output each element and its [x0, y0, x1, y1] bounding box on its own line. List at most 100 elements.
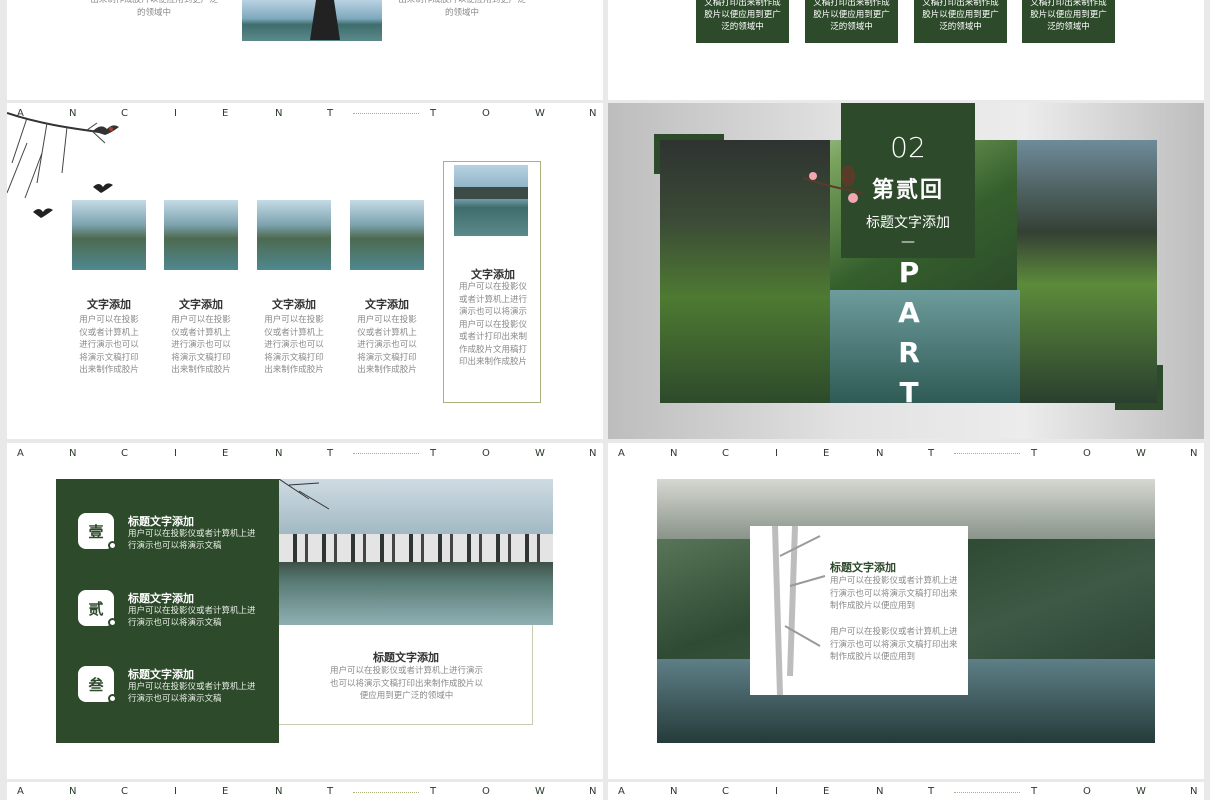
slide3-item[interactable]: 文字添加用户可以在投影仪或者计算机上进行演示也可以将演示文稿打印出来制作成胶片 [72, 200, 146, 377]
slide3-item-body: 用户可以在投影仪或者计算机上进行演示也可以将演示文稿打印出来制作成胶片 [79, 315, 139, 375]
slide5-item-body: 用户可以在投影仪或者计算机上进行演示也可以将演示文稿 [128, 606, 256, 628]
bamboo-icon [772, 526, 826, 695]
bird-on-branch-icon [803, 165, 864, 203]
header-letter: N [1190, 785, 1198, 797]
header-letter: E [222, 447, 229, 459]
header-letter: T [327, 107, 334, 119]
header-letter: E [823, 447, 830, 459]
slide5-header: ANCIENTTOWN [7, 443, 603, 463]
slide-3[interactable]: ANCIENTTOWN 文字添加 用户可以在投影仪或者计算机上进行演示也可以将演示… [7, 103, 603, 439]
header-letter: T [327, 447, 334, 459]
slide-8[interactable]: ANCIENTTOWN [608, 782, 1204, 800]
header-letter: A [17, 447, 24, 459]
header-letter: I [174, 107, 177, 119]
header-letter: O [1083, 447, 1091, 459]
slide3-item[interactable]: 文字添加用户可以在投影仪或者计算机上进行演示也可以将演示文稿打印出来制作成胶片 [257, 200, 331, 377]
header-letter: W [535, 785, 545, 797]
slide2-text-box: 文稿打印出来制作成胶片以便应用到更广泛的领域中 [914, 0, 1007, 43]
header-letter: A [618, 447, 625, 459]
header-letter: N [670, 447, 678, 459]
slide3-item-image [257, 200, 331, 270]
slide6-card-title: 标题文字添加 [830, 561, 896, 574]
slide5-item-body: 用户可以在投影仪或者计算机上进行演示也可以将演示文稿 [128, 682, 256, 704]
header-letter: T [1031, 447, 1038, 459]
slide6-card-p1: 用户可以在投影仪或者计算机上进行演示也可以将演示文稿打印出来制作成胶片以便应用到 [830, 576, 958, 611]
header-dotted-line [353, 792, 419, 793]
header-letter: C [722, 447, 729, 459]
header-letter: W [1136, 447, 1146, 459]
bird-icon [93, 125, 119, 135]
header-letter: O [482, 107, 490, 119]
header-letter: T [430, 107, 437, 119]
header-letter: T [430, 785, 437, 797]
header-letter: N [275, 107, 283, 119]
header-letter: O [482, 447, 490, 459]
slide3-card-image [454, 165, 528, 236]
header-letter: T [928, 785, 935, 797]
slide2-text-box: 文稿打印出来制作成胶片以便应用到更广泛的领域中 [805, 0, 898, 43]
slide3-card[interactable]: 文字添加 用户可以在投影仪或者计算机上进行演示也可以将演示用户可以在投影仪或者计… [443, 161, 541, 403]
header-letter: W [535, 447, 545, 459]
header-dotted-line [353, 113, 419, 114]
slide-1[interactable]: 出来制作成胶片以便应用到更广泛的领域中 出来制作成胶片以便应用到更广泛的领域中 [7, 0, 603, 100]
branch-icon [279, 479, 330, 510]
slide6-header: ANCIENTTOWN [608, 443, 1204, 463]
header-letter: N [275, 447, 283, 459]
slide3-item-body: 用户可以在投影仪或者计算机上进行演示也可以将演示文稿打印出来制作成胶片 [357, 315, 417, 375]
header-letter: N [69, 785, 77, 797]
slide3-item[interactable]: 文字添加用户可以在投影仪或者计算机上进行演示也可以将演示文稿打印出来制作成胶片 [164, 200, 238, 377]
slide1-text-right: 出来制作成胶片以便应用到更广泛的领域中 [398, 0, 526, 18]
header-letter: C [121, 447, 128, 459]
header-letter: E [222, 785, 229, 797]
header-letter: N [589, 107, 597, 119]
slide5-list-item[interactable]: 叁标题文字添加 用户可以在投影仪或者计算机上进行演示也可以将演示文稿 [78, 666, 278, 706]
header-dotted-line [353, 453, 419, 454]
header-letter: T [1031, 785, 1038, 797]
slide6-card-p2: 用户可以在投影仪或者计算机上进行演示也可以将演示文稿打印出来制作成胶片以便应用到 [830, 627, 958, 662]
slide3-item-title: 文字添加 [272, 298, 316, 311]
slide3-item-title: 文字添加 [87, 298, 131, 311]
header-dotted-line [954, 453, 1020, 454]
header-letter: C [121, 107, 128, 119]
plum-branch-icon [7, 112, 108, 199]
header-letter: N [589, 785, 597, 797]
header-letter: A [17, 785, 24, 797]
slide1-text-left: 出来制作成胶片以便应用到更广泛的领域中 [90, 0, 218, 18]
slide-4[interactable]: 02 第贰回 标题文字添加 — PART [608, 103, 1204, 439]
slide8-header: ANCIENTTOWN [608, 782, 1204, 800]
slide3-item-title: 文字添加 [179, 298, 223, 311]
slide3-item-body: 用户可以在投影仪或者计算机上进行演示也可以将演示文稿打印出来制作成胶片 [171, 315, 231, 375]
header-letter: N [876, 447, 884, 459]
slide3-card-title: 文字添加 [471, 268, 515, 281]
slide3-item[interactable]: 文字添加用户可以在投影仪或者计算机上进行演示也可以将演示文稿打印出来制作成胶片 [350, 200, 424, 377]
slide3-item-title: 文字添加 [365, 298, 409, 311]
slide-7[interactable]: ANCIENTTOWN [7, 782, 603, 800]
slide5-list-item[interactable]: 贰标题文字添加 用户可以在投影仪或者计算机上进行演示也可以将演示文稿 [78, 590, 278, 630]
header-letter: N [589, 447, 597, 459]
slide-5[interactable]: A N C I E N T T O W N 壹标题文字添加 用户可以在投影仪或者计算机上进行演示也可以… [7, 443, 603, 779]
header-letter: W [535, 107, 545, 119]
header-letter: O [1083, 785, 1091, 797]
slide3-item-body: 用户可以在投影仪或者计算机上进行演示也可以将演示文稿打印出来制作成胶片 [264, 315, 324, 375]
slide5-list-item[interactable]: 壹标题文字添加 用户可以在投影仪或者计算机上进行演示也可以将演示文稿 [78, 513, 278, 553]
slide6-card[interactable]: 标题文字添加 用户可以在投影仪或者计算机上进行演示也可以将演示文稿打印出来制作成… [750, 526, 968, 695]
header-letter: N [1190, 447, 1198, 459]
slide-6[interactable]: A N C I E N T T O W N 标题文字添加 用户可以在投影仪或者计算机上进行演示也可以… [608, 443, 1204, 779]
header-letter: I [775, 447, 778, 459]
slide2-text-box: 文稿打印出来制作成胶片以便应用到更广泛的领域中 [696, 0, 789, 43]
slide5-item-title: 标题文字添加 [128, 515, 194, 528]
slide1-image-boat [242, 0, 382, 41]
header-letter: E [222, 107, 229, 119]
slide5-badge-dot-icon [108, 541, 117, 550]
slide5-card[interactable]: 标题文字添加 用户可以在投影仪或者计算机上进行演示也可以将演示文稿打印出来制作成… [279, 625, 533, 725]
header-letter: T [430, 447, 437, 459]
slide-2[interactable]: 文稿打印出来制作成胶片以便应用到更广泛的领域中 文稿打印出来制作成胶片以便应用到更… [608, 0, 1204, 100]
slide2-text-box: 文稿打印出来制作成胶片以便应用到更广泛的领域中 [1022, 0, 1115, 43]
slide3-item-image [350, 200, 424, 270]
header-letter: N [876, 785, 884, 797]
slide3-card-body: 用户可以在投影仪或者计算机上进行演示也可以将演示用户可以在投影仪或者计打印出来制… [459, 282, 528, 367]
slide3-item-image [164, 200, 238, 270]
slide5-badge-dot-icon [108, 694, 117, 703]
header-letter: O [482, 785, 490, 797]
header-dotted-line [954, 792, 1020, 793]
